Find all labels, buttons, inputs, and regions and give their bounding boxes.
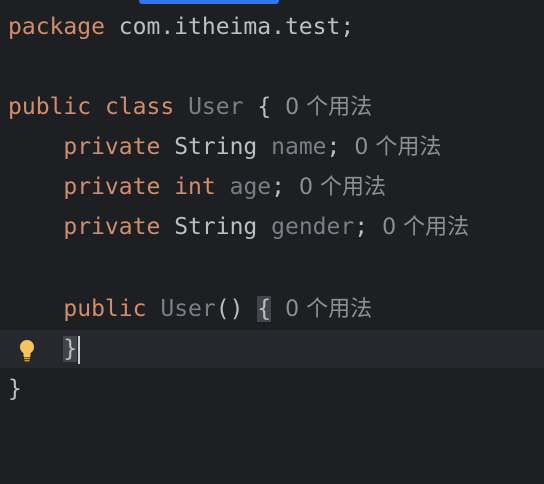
class-close-brace: } xyxy=(8,376,22,402)
type-name: String xyxy=(174,214,258,240)
keyword-package: package xyxy=(8,14,105,40)
usages-inlay-hint[interactable]: 0 个用法 xyxy=(285,95,372,120)
code-line-9-current[interactable]: } xyxy=(0,330,544,368)
text-caret xyxy=(78,335,81,364)
semicolon: ; xyxy=(271,174,285,200)
code-line-3[interactable]: public class User {0 个用法 xyxy=(0,88,544,126)
code-line-5[interactable]: private int age; 0 个用法 xyxy=(0,168,544,206)
keyword-private: private xyxy=(63,214,161,240)
keyword-private: private xyxy=(63,174,161,200)
keyword-int: int xyxy=(174,174,216,200)
matched-close-brace: } xyxy=(63,336,78,362)
code-editor[interactable]: package com.itheima.test; public class U… xyxy=(0,0,544,410)
parentheses: () xyxy=(215,296,244,322)
code-line-4[interactable]: private String name; 0 个用法 xyxy=(0,128,544,166)
usages-inlay-hint[interactable]: 0 个用法 xyxy=(382,215,469,240)
code-line-8[interactable]: public User() {0 个用法 xyxy=(0,290,544,328)
open-brace: { xyxy=(257,94,272,120)
keyword-private: private xyxy=(63,134,161,160)
keyword-public: public xyxy=(63,296,147,322)
class-name: User xyxy=(188,94,244,120)
package-name: com.itheima.test; xyxy=(104,14,355,40)
constructor-name: User xyxy=(160,296,216,322)
field-name: name xyxy=(271,134,327,160)
code-line-6[interactable]: private String gender; 0 个用法 xyxy=(0,208,544,246)
keyword-class: class xyxy=(104,94,175,120)
usages-inlay-hint[interactable]: 0 个用法 xyxy=(354,135,441,160)
usages-inlay-hint[interactable]: 0 个用法 xyxy=(285,297,372,322)
field-name: age xyxy=(229,174,272,200)
keyword-public: public xyxy=(8,94,92,120)
usages-inlay-hint[interactable]: 0 个用法 xyxy=(299,175,386,200)
field-name: gender xyxy=(271,214,355,240)
code-line-1[interactable]: package com.itheima.test; xyxy=(0,8,544,46)
type-name: String xyxy=(174,134,258,160)
semicolon: ; xyxy=(354,214,369,240)
matched-open-brace: { xyxy=(257,296,272,322)
semicolon: ; xyxy=(326,134,341,160)
code-line-10[interactable]: } xyxy=(0,370,544,408)
